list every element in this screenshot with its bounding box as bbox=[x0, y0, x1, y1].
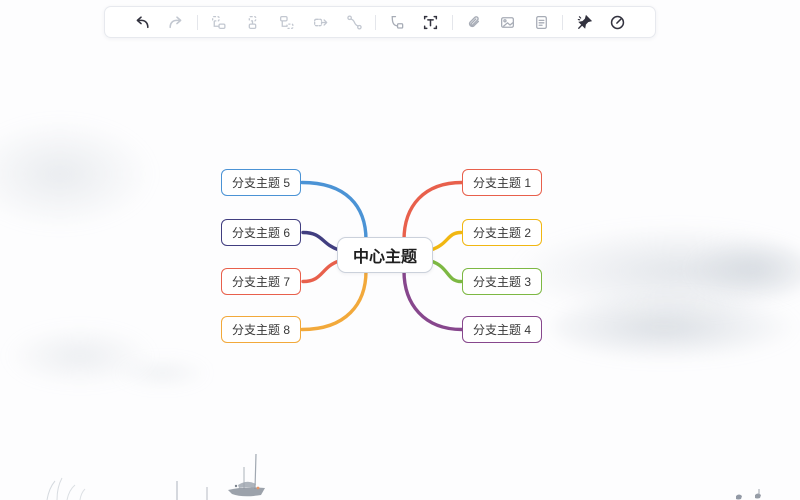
sticker-icon[interactable] bbox=[571, 9, 597, 35]
hyperlink-icon[interactable] bbox=[461, 9, 487, 35]
ink-wash-cloud bbox=[552, 292, 800, 362]
toolbar-separator bbox=[196, 14, 198, 30]
ink-wash-cloud bbox=[115, 358, 210, 388]
insert-node-above-icon[interactable] bbox=[273, 9, 299, 35]
toolbar-separator bbox=[375, 14, 376, 30]
relation-line-icon[interactable] bbox=[341, 9, 367, 35]
branch-curve-8 bbox=[300, 269, 368, 332]
ink-reeds-illustration bbox=[46, 477, 86, 500]
branch-curve-6 bbox=[301, 230, 341, 252]
toolbar-separator bbox=[451, 14, 453, 30]
gauge-icon[interactable] bbox=[605, 9, 631, 35]
mindmap-canvas[interactable]: 中心主题 分支主题 1 分支主题 2 分支主题 3 分支主题 4 分支主题 5 … bbox=[0, 0, 800, 500]
ink-wash-cloud bbox=[515, 225, 800, 317]
toolbar-separator bbox=[562, 14, 564, 30]
branch-curve-5 bbox=[300, 180, 368, 242]
central-topic-node[interactable]: 中心主题 bbox=[337, 237, 433, 273]
insert-parent-node-icon[interactable] bbox=[307, 9, 333, 35]
ink-wash-cloud bbox=[0, 118, 155, 230]
insert-child-node-icon[interactable] bbox=[240, 9, 266, 35]
image-icon[interactable] bbox=[494, 9, 520, 35]
branch-node-8[interactable]: 分支主题 8 bbox=[221, 316, 301, 343]
branch-node-6[interactable]: 分支主题 6 bbox=[221, 219, 301, 246]
branch-node-2[interactable]: 分支主题 2 bbox=[462, 219, 542, 246]
redo-icon[interactable] bbox=[163, 9, 189, 35]
summary-icon[interactable] bbox=[384, 9, 410, 35]
branch-curve-2 bbox=[429, 230, 463, 252]
ink-boat-illustration bbox=[176, 453, 265, 500]
note-icon[interactable] bbox=[528, 9, 554, 35]
toolbar bbox=[104, 6, 656, 38]
branch-node-4[interactable]: 分支主题 4 bbox=[462, 316, 542, 343]
ink-bird-marks bbox=[736, 489, 761, 500]
ink-wash-cloud bbox=[5, 325, 155, 387]
branch-curve-4 bbox=[402, 269, 464, 332]
branch-node-7[interactable]: 分支主题 7 bbox=[221, 268, 301, 295]
ink-wash-cloud bbox=[688, 238, 800, 300]
branch-node-1[interactable]: 分支主题 1 bbox=[462, 169, 542, 196]
insert-sibling-node-icon[interactable] bbox=[206, 9, 232, 35]
branch-node-5[interactable]: 分支主题 5 bbox=[221, 169, 301, 196]
undo-icon[interactable] bbox=[129, 9, 155, 35]
branch-curve-7 bbox=[301, 259, 341, 284]
branch-curve-3 bbox=[429, 259, 463, 284]
text-icon[interactable] bbox=[418, 9, 444, 35]
branch-node-3[interactable]: 分支主题 3 bbox=[462, 268, 542, 295]
branch-curve-1 bbox=[402, 180, 464, 242]
